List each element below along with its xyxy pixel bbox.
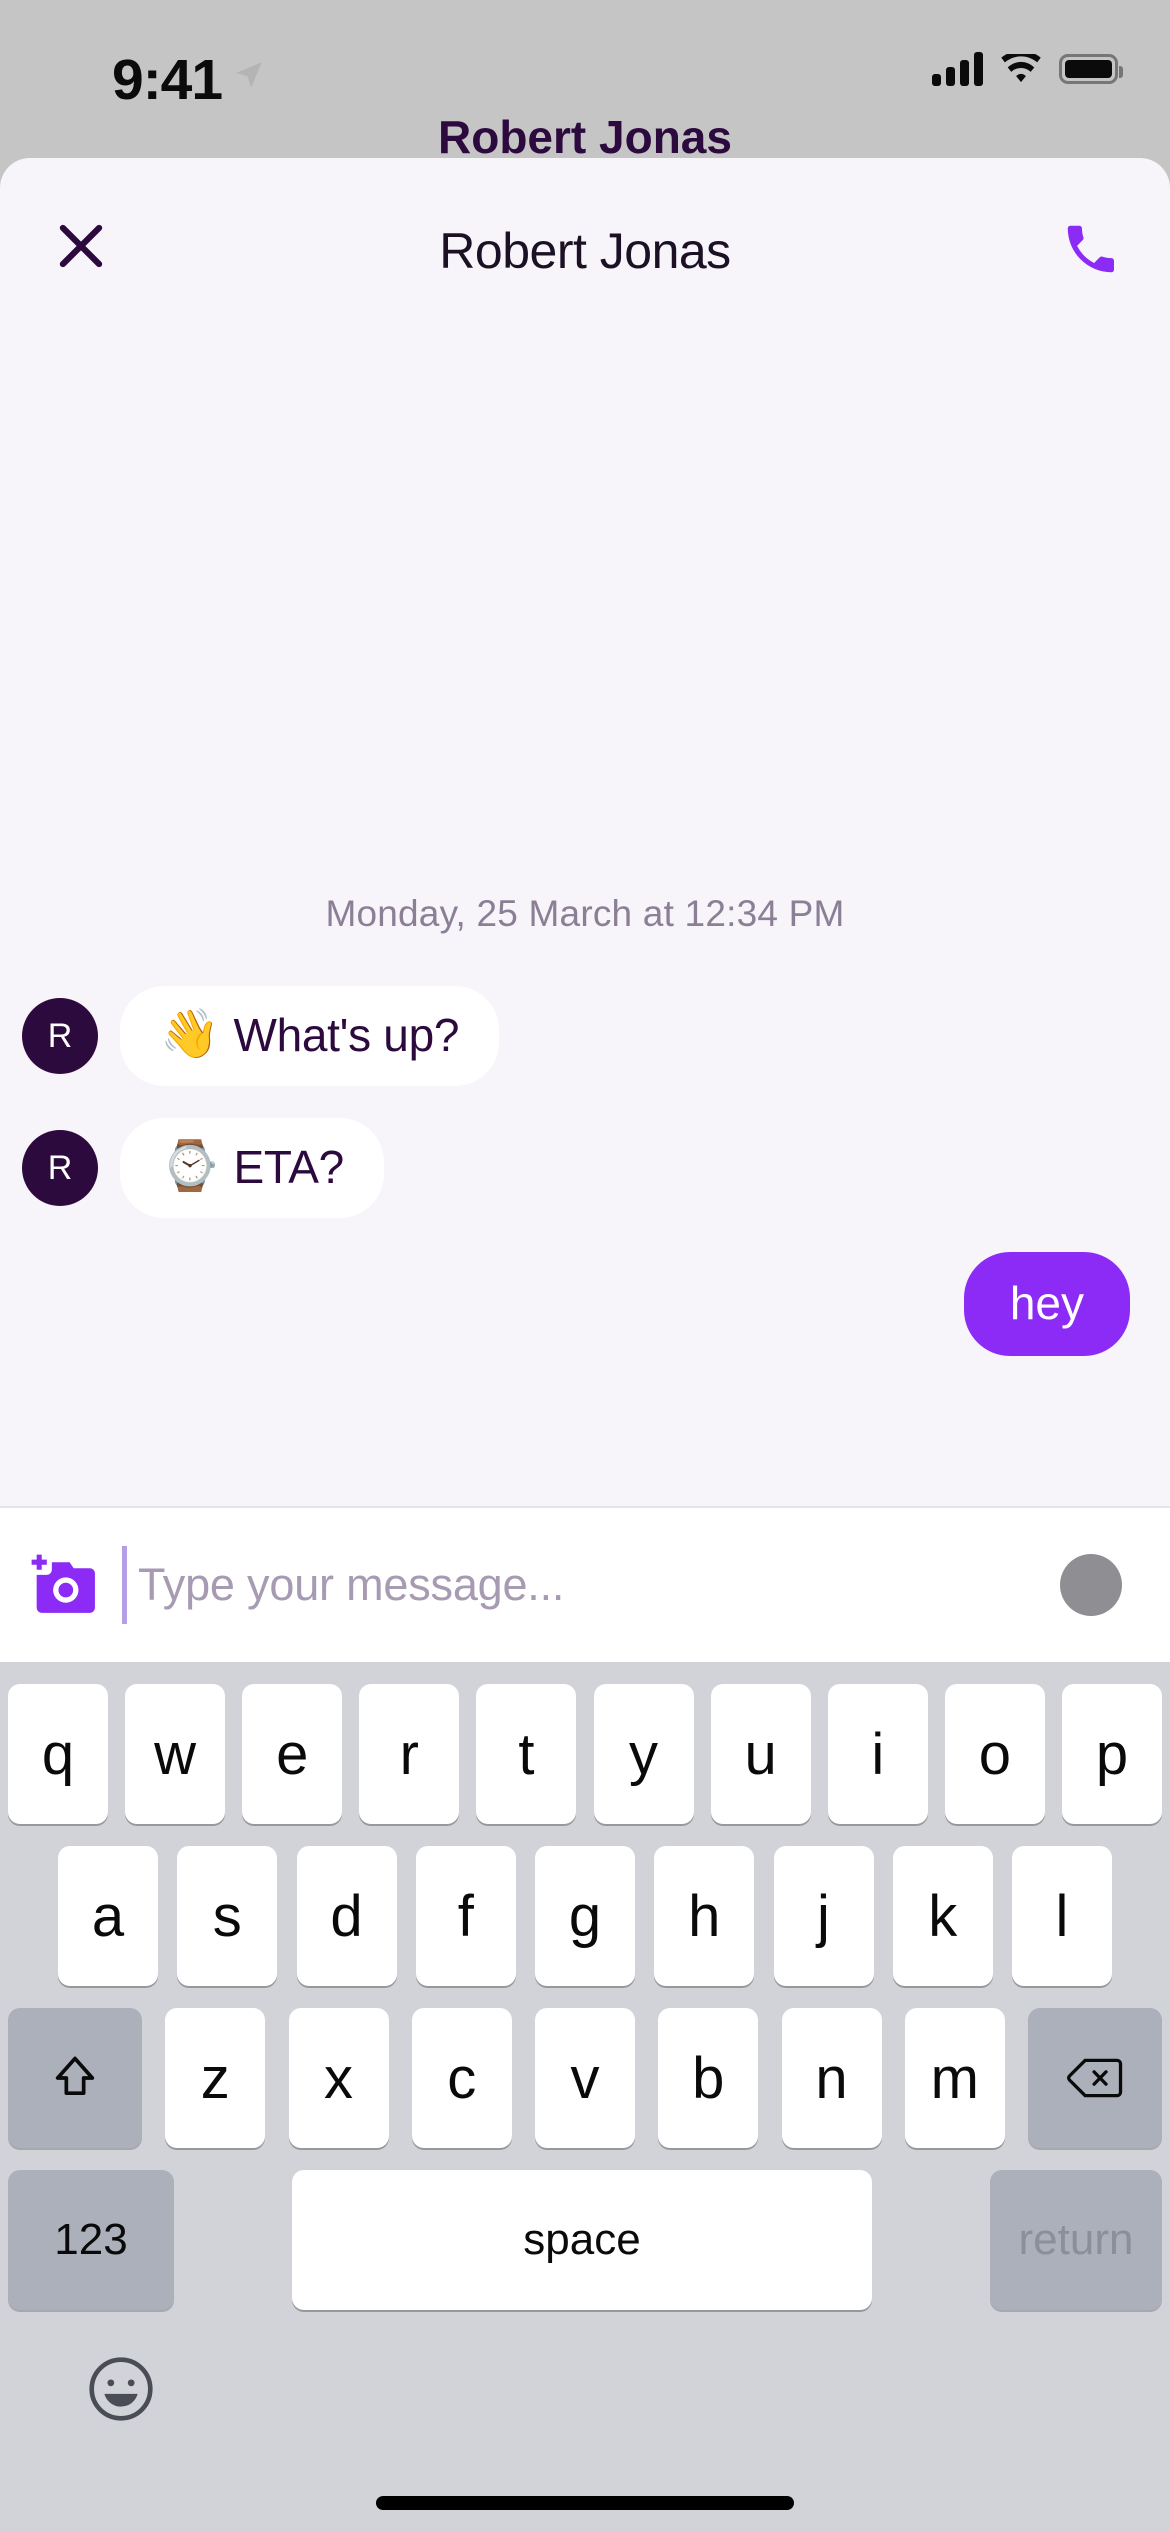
- key-c[interactable]: c: [411, 2008, 512, 2148]
- phone-call-icon[interactable]: [1060, 218, 1122, 280]
- shift-arrow-icon: [55, 2056, 95, 2096]
- text-cursor: [122, 1546, 127, 1624]
- emoji-smiley-icon[interactable]: [84, 2352, 158, 2426]
- message-list: Monday, 25 March at 12:34 PM R 👋 What's …: [0, 158, 1170, 1506]
- message-text: ETA?: [233, 1141, 344, 1193]
- key-e[interactable]: e: [242, 1684, 343, 1824]
- message-row-outgoing-1: hey: [0, 1252, 1170, 1356]
- key-r[interactable]: r: [359, 1684, 460, 1824]
- key-f[interactable]: f: [415, 1846, 516, 1986]
- cellular-signal-icon: [932, 52, 983, 86]
- message-bubble-incoming[interactable]: ⌚ ETA?: [120, 1118, 384, 1218]
- space-key[interactable]: space: [292, 2170, 872, 2310]
- status-bar-time: 9:41: [112, 48, 223, 112]
- keyboard-row-2: a s d f g h j k l: [0, 1846, 1170, 1986]
- message-bubble-incoming[interactable]: 👋 What's up?: [120, 986, 500, 1086]
- on-screen-keyboard: q w e r t y u i o p a s d f g h j k l z …: [0, 1662, 1170, 2532]
- numbers-key[interactable]: 123: [8, 2170, 174, 2310]
- watch-emoji-icon: ⌚: [160, 1140, 220, 1193]
- message-row-incoming-2: R ⌚ ETA?: [0, 1118, 1170, 1218]
- message-row-incoming-1: R 👋 What's up?: [0, 986, 1170, 1086]
- key-i[interactable]: i: [827, 1684, 928, 1824]
- backspace-delete-icon: [1067, 2058, 1123, 2098]
- key-q[interactable]: q: [8, 1684, 108, 1824]
- key-a[interactable]: a: [58, 1846, 158, 1986]
- message-input-placeholder: Type your message...: [138, 1559, 565, 1610]
- key-z[interactable]: z: [165, 2008, 266, 2148]
- phone-screen: Robert Jonas 9:41 Robert Jonas Monday, 2…: [0, 0, 1170, 2532]
- key-g[interactable]: g: [535, 1846, 635, 1986]
- battery-full-icon: [1059, 54, 1123, 84]
- key-w[interactable]: w: [125, 1684, 226, 1824]
- avatar: R: [22, 998, 98, 1074]
- keyboard-row-3: z x c v b n m: [0, 2008, 1170, 2148]
- send-circle-icon[interactable]: [1060, 1554, 1122, 1616]
- key-l[interactable]: l: [1012, 1846, 1112, 1986]
- wifi-icon: [1001, 54, 1041, 83]
- key-j[interactable]: j: [773, 1846, 874, 1986]
- message-bubble-outgoing[interactable]: hey: [963, 1252, 1130, 1356]
- add-photo-camera-icon[interactable]: [24, 1551, 100, 1619]
- key-s[interactable]: s: [177, 1846, 278, 1986]
- key-m[interactable]: m: [904, 2008, 1005, 2148]
- key-p[interactable]: p: [1061, 1684, 1162, 1824]
- location-arrow-icon: [236, 62, 262, 88]
- key-u[interactable]: u: [710, 1684, 811, 1824]
- key-n[interactable]: n: [781, 2008, 882, 2148]
- key-v[interactable]: v: [535, 2008, 635, 2148]
- key-d[interactable]: d: [296, 1846, 397, 1986]
- key-b[interactable]: b: [658, 2008, 759, 2148]
- message-input-field[interactable]: Type your message...: [122, 1508, 1060, 1662]
- key-o[interactable]: o: [944, 1684, 1045, 1824]
- key-y[interactable]: y: [593, 1684, 694, 1824]
- backspace-key[interactable]: [1028, 2008, 1162, 2148]
- key-k[interactable]: k: [892, 1846, 993, 1986]
- avatar: R: [22, 1130, 98, 1206]
- date-divider: Monday, 25 March at 12:34 PM: [325, 893, 845, 934]
- key-x[interactable]: x: [288, 2008, 389, 2148]
- keyboard-row-4: 123 space return: [0, 2170, 1170, 2310]
- keyboard-row-1: q w e r t y u i o p: [0, 1684, 1170, 1824]
- page-title: Robert Jonas: [439, 223, 731, 279]
- status-bar: 9:41: [0, 0, 1170, 150]
- message-text: What's up?: [233, 1009, 460, 1061]
- home-indicator: [376, 2496, 794, 2510]
- message-input-bar: Type your message...: [0, 1506, 1170, 1662]
- return-key[interactable]: return: [990, 2170, 1162, 2310]
- key-h[interactable]: h: [654, 1846, 755, 1986]
- wave-emoji-icon: 👋: [160, 1008, 220, 1061]
- key-t[interactable]: t: [476, 1684, 577, 1824]
- shift-key[interactable]: [8, 2008, 142, 2148]
